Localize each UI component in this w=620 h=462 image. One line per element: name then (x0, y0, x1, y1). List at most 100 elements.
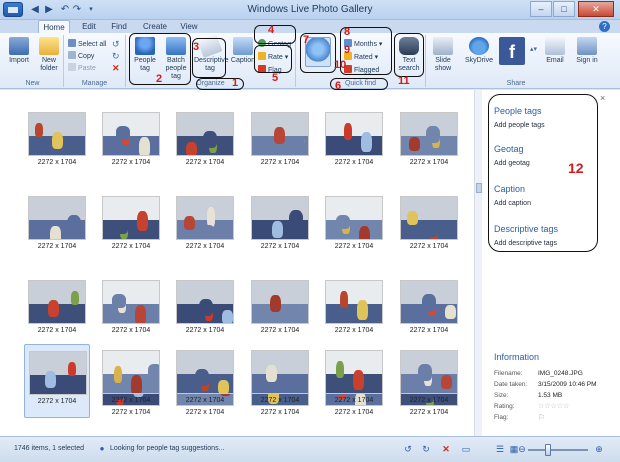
add-caption-link[interactable]: Add caption (494, 200, 531, 207)
slide-show-label: Slide show (434, 57, 452, 72)
thumbnail-item[interactable]: 2272 x 1704 (247, 344, 313, 418)
thumbnail-item[interactable]: 2272 x 1704 (172, 344, 238, 418)
tab-view[interactable]: View (176, 20, 202, 33)
paste-button[interactable]: Paste (68, 63, 96, 73)
thumbnail-dimensions: 2272 x 1704 (334, 397, 374, 404)
thumbnail-dimensions: 2272 x 1704 (409, 397, 449, 404)
thumbnail-item[interactable]: 2272 x 1704 (172, 274, 238, 348)
thumbnail-item[interactable]: 2272 x 1704 (24, 106, 90, 180)
maximize-button[interactable]: □ (553, 1, 575, 17)
more-share-icon[interactable]: ▴▾ (530, 45, 537, 55)
sign-in-button[interactable]: Sign in (572, 37, 602, 77)
rating-label: Rating: (494, 403, 515, 410)
close-button[interactable]: ✕ (578, 1, 614, 17)
photo-thumbnail (176, 350, 234, 394)
select-all-icon (68, 39, 76, 47)
add-people-tags-link[interactable]: Add people tags (494, 122, 545, 129)
photo-thumbnail (28, 280, 86, 324)
thumbnail-item[interactable]: 2272 x 1704 (98, 274, 164, 348)
thumbnail-item[interactable]: 2272 x 1704 (247, 274, 313, 348)
copy-label: Copy (78, 53, 95, 60)
email-button[interactable]: Email (540, 37, 570, 77)
thumbnail-item[interactable]: 2272 x 1704 (24, 344, 90, 418)
thumbnail-item[interactable]: 2272 x 1704 (396, 274, 462, 348)
zoom-slider-track[interactable] (528, 449, 588, 451)
details-view-icon[interactable]: ☰ (494, 443, 506, 455)
status-bar: 1746 items, 1 selected ● Looking for peo… (0, 436, 620, 462)
annotation-12: 12 (568, 160, 584, 176)
thumbnail-item[interactable]: 2272 x 1704 (98, 106, 164, 180)
facebook-button[interactable]: f (498, 37, 526, 77)
thumbnail-item[interactable]: 2272 x 1704 (396, 344, 462, 418)
photo-thumbnail (251, 350, 309, 394)
thumbnail-dimensions: 2272 x 1704 (260, 327, 300, 334)
zoom-in-icon[interactable]: ⊕ (593, 443, 605, 455)
thumbnail-item[interactable]: 2272 x 1704 (98, 344, 164, 418)
thumbnail-item[interactable]: 2272 x 1704 (24, 190, 90, 264)
thumbnail-item[interactable]: 2272 x 1704 (172, 190, 238, 264)
tab-edit[interactable]: Edit (76, 20, 102, 33)
rotate-right-status-icon[interactable]: ↻ (420, 443, 432, 455)
photo-thumbnail (400, 280, 458, 324)
thumbnail-dimensions: 2272 x 1704 (111, 159, 151, 166)
add-descriptive-tags-link[interactable]: Add descriptive tags (494, 240, 557, 247)
annotation-5: 5 (272, 72, 279, 84)
rotate-left-status-icon[interactable]: ↺ (402, 443, 414, 455)
thumbnail-item[interactable]: 2272 x 1704 (396, 190, 462, 264)
skydrive-label: SkyDrive (464, 57, 493, 64)
photo-thumbnail (29, 351, 87, 395)
app-menu-button[interactable] (3, 2, 23, 17)
tab-create[interactable]: Create (138, 20, 172, 33)
back-icon[interactable]: ◀ (28, 3, 42, 17)
filename-label: Filename: (494, 370, 523, 377)
thumbnail-item[interactable]: 2272 x 1704 (321, 106, 387, 180)
add-geotag-link[interactable]: Add geotag (494, 160, 530, 167)
minimize-button[interactable]: – (530, 1, 552, 17)
import-button[interactable]: Import (4, 37, 34, 77)
thumbnail-dimensions: 2272 x 1704 (260, 397, 300, 404)
thumbnail-item[interactable]: 2272 x 1704 (98, 190, 164, 264)
thumbnail-item[interactable]: 2272 x 1704 (321, 344, 387, 418)
zoom-out-icon[interactable]: ⊖ (516, 443, 528, 455)
thumbnail-item[interactable]: 2272 x 1704 (172, 106, 238, 180)
delete-status-icon[interactable]: ✕ (440, 443, 452, 455)
play-status-icon[interactable]: ▭ (460, 443, 472, 455)
tab-home[interactable]: Home (38, 20, 70, 33)
size-label: Size: (494, 392, 509, 399)
delete-icon[interactable]: ✕ (112, 63, 120, 73)
thumbnail-item[interactable]: 2272 x 1704 (24, 274, 90, 348)
rotate-right-icon[interactable]: ↻ (112, 51, 120, 61)
tab-find[interactable]: Find (106, 20, 132, 33)
flag-toggle-icon[interactable]: ⚐ (538, 413, 545, 422)
thumbnail-item[interactable]: 2272 x 1704 (247, 106, 313, 180)
thumbnail-item[interactable]: 2272 x 1704 (321, 274, 387, 348)
thumbnail-dimensions: 2272 x 1704 (37, 243, 77, 250)
customize-qat-icon[interactable]: ▾ (84, 3, 98, 17)
forward-icon[interactable]: ▶ (42, 3, 56, 17)
filename-value: IMG_0248.JPG (538, 370, 583, 377)
rating-stars[interactable]: ☆☆☆☆☆ (538, 402, 569, 410)
select-all-button[interactable]: Select all (68, 39, 106, 49)
thumbnail-dimensions: 2272 x 1704 (260, 159, 300, 166)
group-label-manage: Manage (81, 80, 108, 87)
rotate-left-icon[interactable]: ↺ (112, 39, 120, 49)
photo-thumbnail (325, 350, 383, 394)
photo-thumbnail (102, 280, 160, 324)
thumbnail-item[interactable]: 2272 x 1704 (247, 190, 313, 264)
vertical-scrollbar[interactable] (474, 90, 482, 436)
geotag-heading: Geotag (494, 144, 524, 154)
slide-show-button[interactable]: Slide show (428, 37, 458, 77)
copy-button[interactable]: Copy (68, 51, 94, 61)
zoom-slider-knob[interactable] (545, 444, 552, 456)
descriptive-tags-heading: Descriptive tags (494, 224, 559, 234)
photo-thumbnail (325, 196, 383, 240)
pane-close-icon[interactable]: × (600, 93, 605, 103)
thumbnail-item[interactable]: 2272 x 1704 (396, 106, 462, 180)
flag-info-label: Flag: (494, 414, 509, 421)
thumbnail-item[interactable]: 2272 x 1704 (321, 190, 387, 264)
new-folder-button[interactable]: New folder (34, 37, 64, 77)
email-label: Email (546, 57, 564, 64)
redo-icon[interactable]: ↷ (70, 3, 84, 17)
skydrive-button[interactable]: SkyDrive (462, 37, 496, 77)
help-icon[interactable]: ? (599, 21, 610, 32)
